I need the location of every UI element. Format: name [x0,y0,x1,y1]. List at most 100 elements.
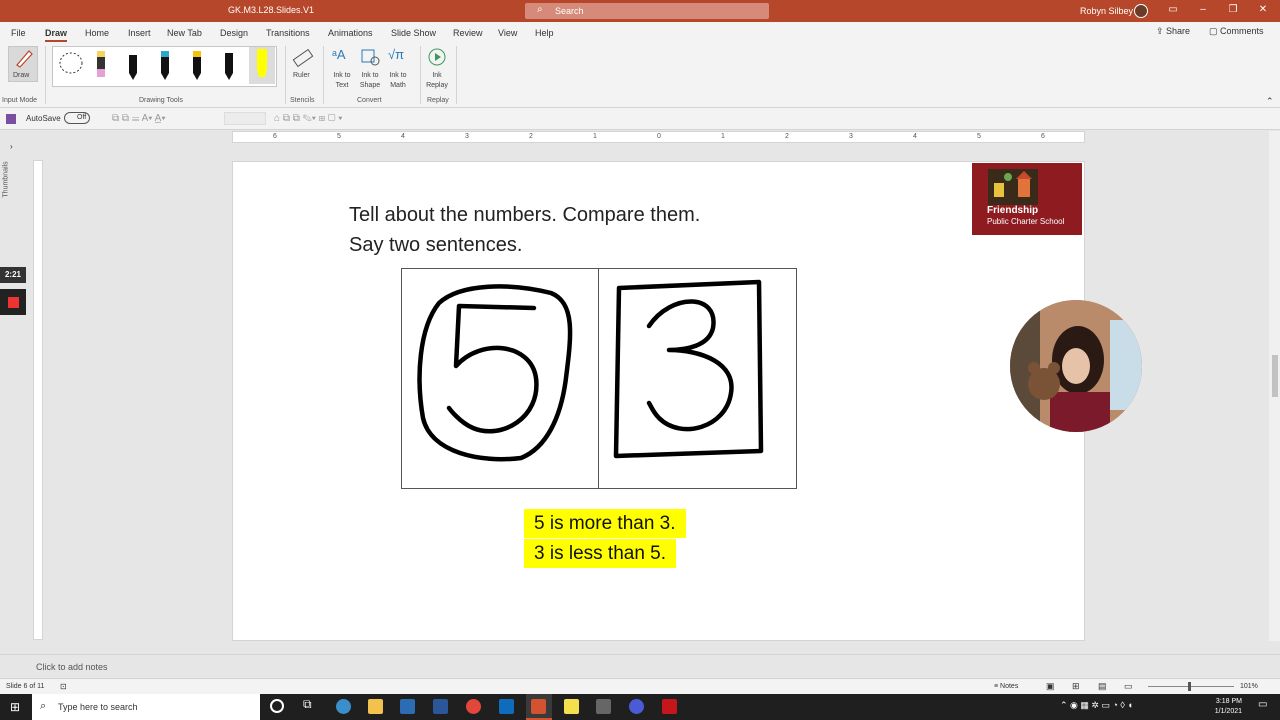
ruler-icon[interactable] [291,46,315,70]
tab-home[interactable]: Home [85,28,109,38]
ribbon-display-icon[interactable]: ▭ [1166,4,1180,18]
ink-to-text-icon[interactable]: ᵃA [332,47,352,67]
collapse-ribbon-icon[interactable]: ⌃ [1266,96,1274,107]
toolbar-icons-2[interactable]: ⌂ ⧉ ⧉ ✎▾ ⊞ ▢ ▾ [274,113,342,124]
ruler-number: 5 [977,133,981,140]
toolbar-icons[interactable]: ⧉ ⧉ ☰ A▾ A̲▾ [112,113,166,124]
tab-insert[interactable]: Insert [128,28,151,38]
ruler-number: 3 [849,133,853,140]
stencils-group-label: Stencils [290,97,315,104]
ink-replay-button[interactable]: Ink Replay [425,71,449,91]
avatar[interactable] [1134,4,1148,18]
ribbon-separator [323,46,324,104]
tab-design[interactable]: Design [220,28,248,38]
ruler-number: 5 [337,133,341,140]
user-name[interactable]: Robyn Silbey [1080,6,1133,16]
autosave-toggle-label: Off [77,114,87,121]
ink-replay-icon[interactable] [427,47,447,67]
vertical-scrollbar[interactable] [1269,131,1280,641]
windows-start-icon[interactable]: ⊞ [10,700,20,714]
scroll-thumb[interactable] [1272,355,1278,397]
yellow-pen-icon[interactable] [191,49,203,81]
yellow-highlighter-icon[interactable] [249,47,275,84]
tab-file[interactable]: File [11,28,26,38]
notes-button[interactable]: ≡ Notes [994,683,1018,690]
tab-review[interactable]: Review [453,28,483,38]
chrome-icon[interactable] [466,699,481,714]
outlook-icon[interactable] [499,699,514,714]
edge-icon[interactable] [336,699,351,714]
taskbar-date: 1/1/2021 [1214,708,1242,715]
cortana-icon[interactable] [270,699,284,713]
ruler-button[interactable]: Ruler [293,71,310,81]
taskbar-clock[interactable]: 3:18 PM 1/1/2021 [1208,697,1242,717]
slideshow-icon[interactable]: ▭ [1124,681,1133,692]
taskbar-search[interactable]: ⌕ Type here to search [32,694,260,720]
file-explorer-icon[interactable] [368,699,383,714]
pen-gallery[interactable] [52,46,277,87]
ink-to-text-button[interactable]: Ink to Text [332,71,352,91]
notes-pane[interactable]: Click to add notes [0,654,1280,678]
zoom-slider[interactable] [1148,686,1234,687]
sentence-less-than[interactable]: 3 is less than 5. [524,539,677,568]
restore-icon[interactable]: ❐ [1226,4,1240,18]
vertical-ruler [33,160,43,640]
comments-button[interactable]: ▢ Comments [1209,26,1264,37]
zoom-slider-thumb[interactable] [1188,682,1191,691]
sticky-notes-icon[interactable] [564,699,579,714]
slide-sorter-icon[interactable]: ⊞ [1072,681,1080,692]
zoom-level[interactable]: 101% [1240,683,1258,690]
tab-slide-show[interactable]: Slide Show [391,28,436,38]
share-button[interactable]: ⇪ Share [1156,26,1190,37]
app-icon[interactable] [629,699,644,714]
tab-animations[interactable]: Animations [328,28,373,38]
app-icon[interactable] [596,699,611,714]
normal-view-icon[interactable]: ▣ [1046,681,1055,692]
ribbon-separator [420,46,421,104]
stop-recording-button[interactable] [0,289,26,315]
font-size-box[interactable] [224,112,266,125]
task-view-icon[interactable]: ⧉ [303,697,312,712]
ink-digit-5 [446,303,539,434]
draw-mode-label: Draw [13,72,30,79]
ruler-number: 1 [721,133,725,140]
search-box[interactable]: ⌕ Search [525,3,769,19]
black-pen-icon[interactable] [127,49,139,81]
teal-pen-icon[interactable] [159,49,171,81]
thumbnails-label[interactable]: Thumbnails [3,161,10,197]
expand-thumbnails-icon[interactable]: › [10,142,13,151]
slide-prompt[interactable]: Tell about the numbers. Compare them. Sa… [349,200,799,260]
notifications-icon[interactable]: ▭ [1258,699,1267,710]
lasso-select-icon[interactable] [57,49,85,81]
save-icon[interactable] [6,114,16,124]
app-icon[interactable] [400,699,415,714]
eraser-pen-icon[interactable] [95,49,107,81]
sentence-more-than[interactable]: 5 is more than 3. [524,509,686,538]
ink-to-shape-icon[interactable] [359,47,381,67]
handwritten-numbers-ink[interactable] [401,268,797,489]
autosave-toggle[interactable]: Off [64,112,90,124]
pattern-pen-icon[interactable] [223,49,235,81]
tab-view[interactable]: View [498,28,517,38]
system-tray-icons[interactable]: ⌃ ◉ ▦ ✲ ▭ ◔ ◊ ◖ [1060,700,1133,711]
ink-to-math-icon[interactable]: √π [388,47,408,67]
document-title[interactable]: GK.M3.L28.Slides.V1 [228,5,314,15]
ink-to-shape-button[interactable]: Ink to Shape [358,71,382,91]
tab-new-tab[interactable]: New Tab [167,28,202,38]
input-mode-group-label: Input Mode [2,97,38,104]
close-icon[interactable]: ✕ [1256,4,1270,18]
presenter-video-image [1010,300,1142,432]
logo-graphic [988,169,1038,205]
tab-draw[interactable]: Draw [45,28,68,42]
ruler-number: 6 [273,133,277,140]
minimize-icon[interactable]: – [1196,4,1210,18]
accessibility-icon[interactable]: ⊡ [60,682,67,691]
tab-transitions[interactable]: Transitions [266,28,310,38]
word-icon[interactable] [433,699,448,714]
taskbar-search-placeholder: Type here to search [58,702,138,712]
tab-help[interactable]: Help [535,28,554,38]
ink-to-math-button[interactable]: Ink to Math [386,71,410,91]
acrobat-icon[interactable] [662,699,677,714]
powerpoint-taskbar-button[interactable] [526,694,552,720]
reading-view-icon[interactable]: ▤ [1098,681,1107,692]
